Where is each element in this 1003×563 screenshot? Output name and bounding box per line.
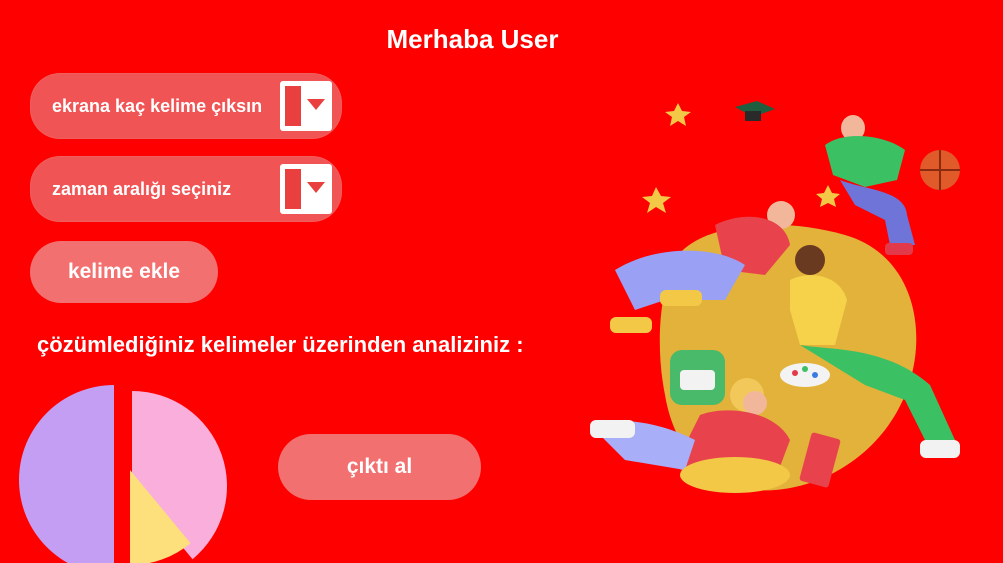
word-count-dropdown-label: ekrana kaç kelime çıksın [52, 96, 263, 116]
pie-slice [19, 385, 114, 563]
time-range-dropdown[interactable]: zaman aralığı seçiniz [30, 156, 342, 222]
backpack-icon [670, 350, 725, 405]
select-indicator [285, 169, 301, 209]
time-range-dropdown-label: zaman aralığı seçiniz [52, 179, 232, 199]
palette-icon [780, 363, 830, 387]
star-icon [642, 103, 840, 213]
select-indicator [285, 86, 301, 126]
basketball-icon [920, 150, 960, 190]
add-word-button[interactable]: kelime ekle [30, 241, 218, 303]
chevron-down-icon[interactable] [307, 99, 325, 110]
analysis-title: çözümlediğiniz kelimeler üzerinden anali… [37, 332, 524, 357]
students-illustration [590, 101, 960, 493]
dropdown-select-box[interactable] [280, 164, 332, 214]
word-count-dropdown[interactable]: ekrana kaç kelime çıksın [30, 73, 342, 139]
analysis-pie-chart [19, 385, 228, 563]
chevron-down-icon[interactable] [307, 182, 325, 193]
graduation-cap-icon [735, 101, 775, 121]
output-button[interactable]: çıktı al [278, 434, 481, 500]
page-title: Merhaba User [386, 24, 559, 54]
dropdown-select-box[interactable] [280, 81, 332, 131]
